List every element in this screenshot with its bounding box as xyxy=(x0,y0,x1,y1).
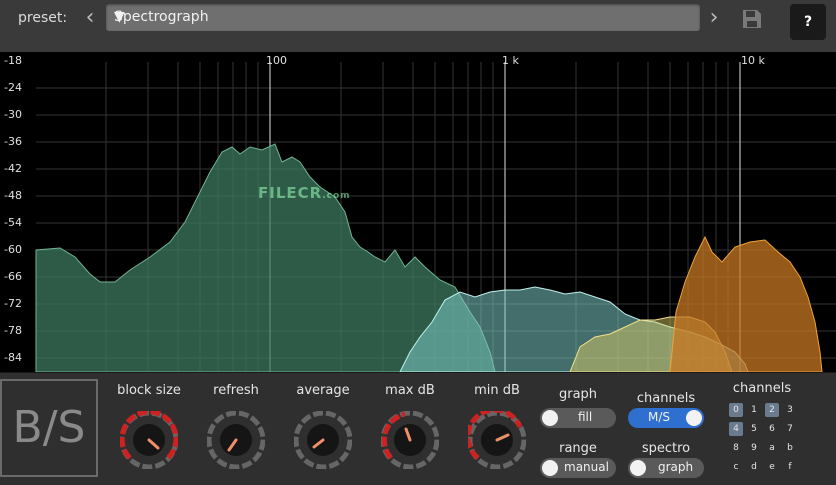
range-toggle[interactable]: manual xyxy=(540,458,616,478)
y-label: -72 xyxy=(4,297,22,310)
channel-cell[interactable]: 9 xyxy=(747,441,761,455)
toggle-knob xyxy=(686,410,702,426)
chevron-down-icon: ▼ xyxy=(114,9,125,25)
y-label: -84 xyxy=(4,351,22,364)
y-label: -48 xyxy=(4,189,22,202)
knob-refresh[interactable]: refresh xyxy=(191,383,281,483)
knob-dial[interactable] xyxy=(294,411,352,469)
graph-value: fill xyxy=(578,410,593,424)
spectro-label: spectro xyxy=(641,441,691,456)
spectrum-plot xyxy=(35,62,836,372)
range-value: manual xyxy=(564,460,609,474)
range-label: range xyxy=(559,441,597,456)
save-icon[interactable] xyxy=(740,7,764,31)
channels-grid: 0 1 2 3 4 5 6 7 8 9 a b c d e f xyxy=(727,401,801,481)
y-label: -30 xyxy=(4,108,22,121)
toggle-knob xyxy=(630,460,646,476)
graph-toggle[interactable]: fill xyxy=(540,408,616,428)
channel-cell[interactable]: 7 xyxy=(783,422,797,436)
x-label: 1 k xyxy=(502,54,519,67)
channel-cell[interactable]: 5 xyxy=(747,422,761,436)
preset-dropdown[interactable]: Spectrograph ▼ xyxy=(106,4,700,31)
channels-grid-title: channels xyxy=(732,381,792,396)
preset-bar: preset: ‹ Spectrograph ▼ › ? xyxy=(0,0,836,53)
channel-cell[interactable]: 4 xyxy=(729,422,743,436)
channels-mode-label: channels xyxy=(636,391,696,406)
y-label: -18 xyxy=(4,54,22,67)
channel-cell[interactable]: 2 xyxy=(765,403,779,417)
toggle-knob xyxy=(542,460,558,476)
channel-cell[interactable]: d xyxy=(747,460,761,474)
knob-label: max dB xyxy=(385,383,435,398)
channel-cell[interactable]: 3 xyxy=(783,403,797,417)
channels-mode-toggle[interactable]: M/S xyxy=(628,408,704,428)
watermark-text: FILECR xyxy=(258,184,323,202)
controls-panel: B/S block size refresh average max dB mi… xyxy=(0,372,836,485)
knob-dial[interactable] xyxy=(120,411,178,469)
x-label: 100 xyxy=(266,54,287,67)
watermark-sub: .com xyxy=(322,191,351,201)
channel-cell[interactable]: 0 xyxy=(729,403,743,417)
channel-cell[interactable]: 8 xyxy=(729,441,743,455)
knob-label: block size xyxy=(117,383,181,398)
channel-cell[interactable]: 6 xyxy=(765,422,779,436)
toggle-knob xyxy=(542,410,558,426)
knob-dial[interactable] xyxy=(468,411,526,469)
knob-max-db[interactable]: max dB xyxy=(365,383,455,483)
knob-dial[interactable] xyxy=(207,411,265,469)
y-label: -24 xyxy=(4,81,22,94)
knob-label: average xyxy=(296,383,350,398)
logo: B/S xyxy=(0,379,98,477)
spectrum-high-band xyxy=(669,235,823,372)
knob-dial[interactable] xyxy=(381,411,439,469)
knob-block-size[interactable]: block size xyxy=(104,383,194,483)
y-label: -54 xyxy=(4,216,22,229)
y-label: -66 xyxy=(4,270,22,283)
channel-cell[interactable]: a xyxy=(765,441,779,455)
next-preset-icon[interactable]: › xyxy=(706,7,722,29)
channel-cell[interactable]: c xyxy=(729,460,743,474)
help-button[interactable]: ? xyxy=(790,4,826,40)
watermark: FILECR.com xyxy=(258,184,351,202)
channels-mode-value: M/S xyxy=(648,410,671,424)
spectro-toggle[interactable]: graph xyxy=(628,458,704,478)
x-label: 10 k xyxy=(741,54,765,67)
knob-label: refresh xyxy=(213,383,259,398)
y-label: -60 xyxy=(4,243,22,256)
spectrum-graph: -18 -24 -30 -36 -42 -48 -54 -60 -66 -72 … xyxy=(0,52,836,372)
channel-cell[interactable]: b xyxy=(783,441,797,455)
channel-cell[interactable]: f xyxy=(783,460,797,474)
spectro-value: graph xyxy=(658,460,694,474)
y-label: -42 xyxy=(4,162,22,175)
y-label: -36 xyxy=(4,135,22,148)
channel-cell[interactable]: 1 xyxy=(747,403,761,417)
graph-label: graph xyxy=(558,387,598,402)
channel-cell[interactable]: e xyxy=(765,460,779,474)
knob-average[interactable]: average xyxy=(278,383,368,483)
prev-preset-icon[interactable]: ‹ xyxy=(82,7,98,29)
preset-label: preset: xyxy=(18,10,68,26)
y-label: -78 xyxy=(4,324,22,337)
